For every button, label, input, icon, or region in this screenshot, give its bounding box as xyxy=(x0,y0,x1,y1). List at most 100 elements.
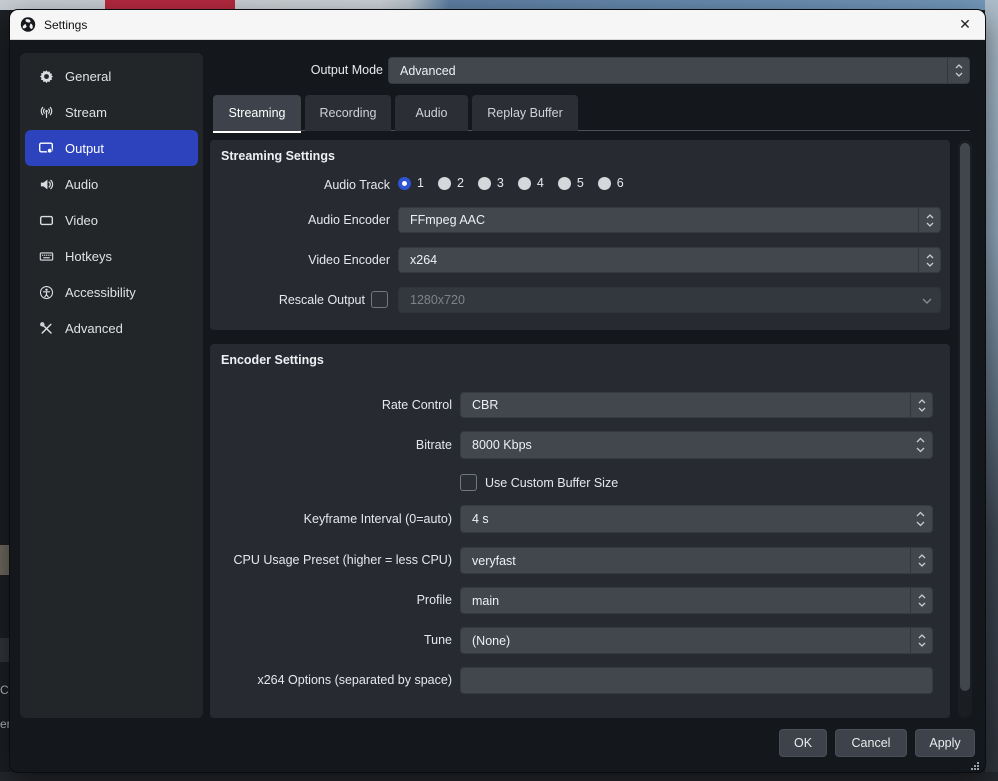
profile-value: main xyxy=(472,594,499,608)
sidebar-item-label: Audio xyxy=(65,177,98,192)
titlebar[interactable]: Settings ✕ xyxy=(10,10,985,40)
sidebar-item-video[interactable]: Video xyxy=(25,202,198,238)
combo-spinner-icons[interactable] xyxy=(910,393,932,417)
radio-icon[interactable] xyxy=(438,177,451,190)
bitrate-spinbox[interactable]: 8000 Kbps xyxy=(460,431,933,459)
chevron-down-icon xyxy=(926,222,934,227)
broadcast-icon xyxy=(38,104,54,120)
audio-track-option-6[interactable]: 6 xyxy=(598,176,624,190)
desktop-right-strip xyxy=(985,0,998,781)
sidebar-item-stream[interactable]: Stream xyxy=(25,94,198,130)
use-custom-buffer-label: Use Custom Buffer Size xyxy=(485,476,618,490)
tab-audio[interactable]: Audio xyxy=(395,95,468,131)
sidebar-item-advanced[interactable]: Advanced xyxy=(25,310,198,346)
keyboard-icon xyxy=(38,248,54,264)
tab-replay-buffer[interactable]: Replay Buffer xyxy=(472,95,578,131)
audio-track-option-5[interactable]: 5 xyxy=(558,176,584,190)
sidebar-item-label: Output xyxy=(65,141,104,156)
use-custom-buffer-checkbox[interactable] xyxy=(460,474,477,491)
sidebar-item-general[interactable]: General xyxy=(25,58,198,94)
audio-track-option-4[interactable]: 4 xyxy=(518,176,544,190)
cpu-usage-preset-value: veryfast xyxy=(472,554,516,568)
chevron-up-icon xyxy=(916,511,925,517)
close-button[interactable]: ✕ xyxy=(945,10,985,40)
radio-label: 3 xyxy=(497,176,504,190)
combo-spinner-icons[interactable] xyxy=(918,248,940,272)
tune-select[interactable]: (None) xyxy=(460,627,933,654)
tab-streaming[interactable]: Streaming xyxy=(213,95,301,131)
rate-control-value: CBR xyxy=(472,398,498,412)
audio-encoder-value: FFmpeg AAC xyxy=(410,213,485,227)
radio-icon[interactable] xyxy=(598,177,611,190)
rate-control-select[interactable]: CBR xyxy=(460,392,933,418)
encoder-settings-group: Encoder Settings Rate Control CBR Bitrat… xyxy=(210,344,950,718)
sidebar-item-label: General xyxy=(65,69,111,84)
tab-recording[interactable]: Recording xyxy=(305,95,391,131)
sidebar-item-output[interactable]: Output xyxy=(25,130,198,166)
combo-spinner-icons[interactable] xyxy=(910,628,932,653)
radio-label: 1 xyxy=(417,176,424,190)
sidebar-item-accessibility[interactable]: Accessibility xyxy=(25,274,198,310)
output-mode-value: Advanced xyxy=(400,64,456,78)
streaming-settings-header: Streaming Settings xyxy=(221,149,335,163)
desktop-red-bar xyxy=(105,0,235,10)
chevron-down-icon xyxy=(926,262,934,267)
apply-button[interactable]: Apply xyxy=(915,729,975,757)
radio-icon[interactable] xyxy=(518,177,531,190)
audio-track-radio-group: 1 2 3 4 5 6 xyxy=(398,176,624,190)
chevron-down-icon xyxy=(918,407,926,412)
video-encoder-value: x264 xyxy=(410,253,437,267)
sidebar-item-label: Hotkeys xyxy=(65,249,112,264)
window-title: Settings xyxy=(44,18,87,32)
audio-encoder-select[interactable]: FFmpeg AAC xyxy=(398,207,941,233)
chevron-down-icon xyxy=(955,72,963,77)
tune-label: Tune xyxy=(210,633,452,647)
x264-options-field xyxy=(460,667,933,694)
chevron-up-icon xyxy=(918,399,926,404)
tools-icon xyxy=(38,320,54,336)
settings-body: General Stream xyxy=(10,40,985,772)
chevron-down-icon xyxy=(922,298,932,304)
radio-selected-icon[interactable] xyxy=(398,177,411,190)
keyframe-interval-spinbox[interactable]: 4 s xyxy=(460,505,933,533)
combo-spinner-icons[interactable] xyxy=(947,58,969,83)
audio-track-option-2[interactable]: 2 xyxy=(438,176,464,190)
resize-grip-icon[interactable] xyxy=(970,761,980,771)
chevron-down-icon xyxy=(918,562,926,567)
video-encoder-select[interactable]: x264 xyxy=(398,247,941,273)
encoder-settings-header: Encoder Settings xyxy=(221,353,324,367)
cpu-usage-preset-label: CPU Usage Preset (higher = less CPU) xyxy=(210,553,452,567)
desktop-bottom-strip xyxy=(0,772,998,781)
keyframe-interval-value: 4 s xyxy=(472,512,489,526)
sidebar-item-audio[interactable]: Audio xyxy=(25,166,198,202)
output-screen-icon xyxy=(38,140,54,156)
sidebar-item-label: Stream xyxy=(65,105,107,120)
rate-control-label: Rate Control xyxy=(210,398,452,412)
combo-spinner-icons[interactable] xyxy=(918,208,940,232)
sidebar-item-label: Video xyxy=(65,213,98,228)
scrollbar-thumb[interactable] xyxy=(960,143,970,691)
combo-spinner-icons[interactable] xyxy=(910,588,932,613)
audio-track-option-1[interactable]: 1 xyxy=(398,176,424,190)
rescale-output-checkbox[interactable] xyxy=(371,291,388,308)
chevron-up-icon xyxy=(918,554,926,559)
combo-spinner-icons[interactable] xyxy=(910,548,932,573)
spinbox-arrows[interactable] xyxy=(908,432,932,458)
profile-select[interactable]: main xyxy=(460,587,933,614)
radio-icon[interactable] xyxy=(478,177,491,190)
spinbox-arrows[interactable] xyxy=(908,506,932,532)
video-encoder-label: Video Encoder xyxy=(210,253,390,267)
sidebar-item-hotkeys[interactable]: Hotkeys xyxy=(25,238,198,274)
rescale-resolution-value: 1280x720 xyxy=(410,293,465,307)
ok-button[interactable]: OK xyxy=(779,729,827,757)
sidebar-item-label: Accessibility xyxy=(65,285,136,300)
cancel-button[interactable]: Cancel xyxy=(835,729,907,757)
audio-track-option-3[interactable]: 3 xyxy=(478,176,504,190)
radio-icon[interactable] xyxy=(558,177,571,190)
output-mode-select[interactable]: Advanced xyxy=(388,57,970,84)
vertical-scrollbar[interactable] xyxy=(958,140,972,718)
audio-encoder-label: Audio Encoder xyxy=(210,213,390,227)
chevron-down-icon xyxy=(918,602,926,607)
x264-options-input[interactable] xyxy=(472,674,921,688)
cpu-usage-preset-select[interactable]: veryfast xyxy=(460,547,933,574)
